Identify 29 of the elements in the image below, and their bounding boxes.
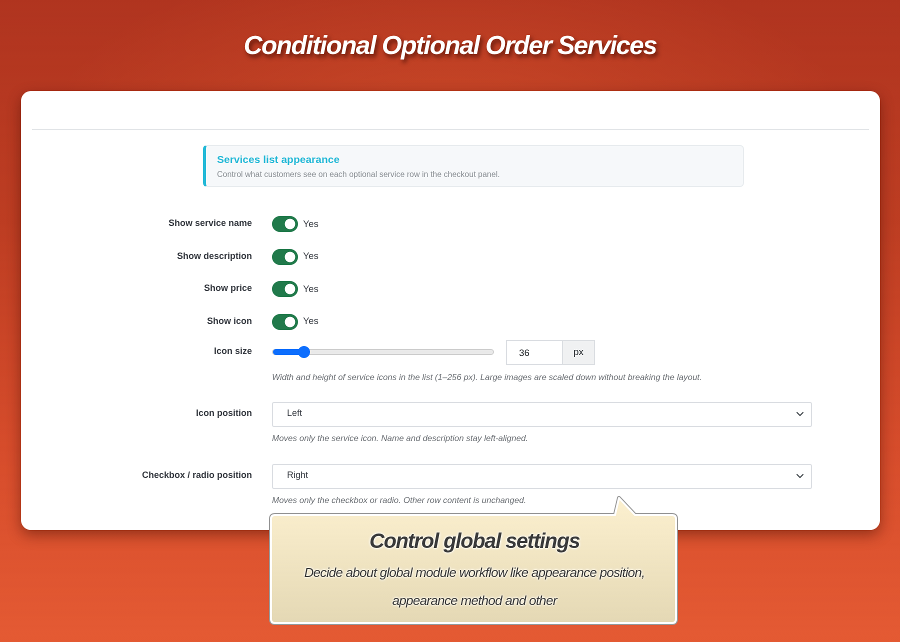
help-text: Moves only the checkbox or radio. Other row content is unchanged.: [272, 494, 528, 506]
help-text: Moves only the service icon. Name and description stay left-aligned.: [272, 432, 530, 444]
setting-label: Checkbox / radio position: [140, 469, 252, 482]
page-title: Conditional Optional Order Services: [242, 29, 658, 62]
setting-label: Icon size: [212, 345, 252, 358]
toggle-value: Yes: [303, 249, 318, 264]
info-text: Control what customers see on each optional service row in the checkout panel.: [217, 169, 501, 181]
setting-label: Show icon: [206, 314, 252, 328]
toggle-switch[interactable]: [272, 216, 298, 232]
callout-title: Control global settings: [368, 528, 581, 554]
select-field[interactable]: Right: [272, 464, 812, 488]
toggle-value: Yes: [303, 216, 318, 231]
slider-track[interactable]: [272, 349, 494, 355]
setting-label: Show service name: [167, 217, 252, 230]
slider-thumb[interactable]: [298, 346, 310, 358]
toggle-switch[interactable]: [272, 248, 298, 264]
setting-label: Icon position: [195, 407, 252, 420]
unit-label: px: [562, 340, 595, 364]
setting-label: Show price: [202, 282, 252, 296]
toggle-switch[interactable]: [272, 314, 298, 330]
callout-text: Decide about global module workflow like appearance position, appearance method and other: [303, 564, 646, 610]
select-field[interactable]: Left: [272, 402, 812, 426]
number-field[interactable]: 36: [506, 340, 563, 364]
toggle-value: Yes: [303, 314, 318, 328]
setting-label: Show description: [176, 250, 252, 263]
help-text: Width and height of service icons in the list (1–256 px). Large images are scaled down without breaking the layout.: [272, 370, 703, 382]
toggle-switch[interactable]: [272, 281, 298, 297]
toggle-value: Yes: [303, 282, 318, 296]
info-title: Services list appearance: [217, 152, 341, 166]
